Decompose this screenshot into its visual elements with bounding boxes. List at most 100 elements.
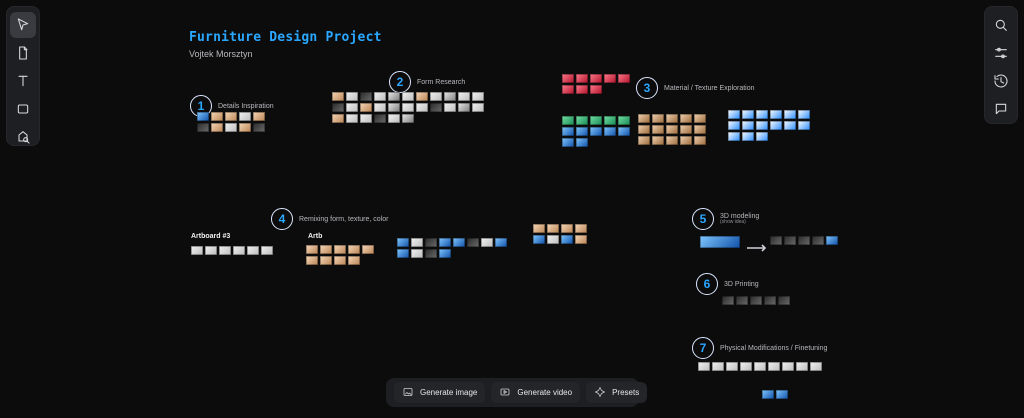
object-thumbnail[interactable] [798,110,810,119]
object-thumbnail[interactable] [770,121,782,130]
texture-thumbnail[interactable] [652,125,664,134]
image-thumbnail[interactable] [444,92,456,101]
section-5[interactable]: 5 3D modeling (show idea) [692,208,759,230]
image-thumbnail[interactable] [575,235,587,244]
texture-thumbnail[interactable] [604,127,616,136]
image-thumbnail[interactable] [425,249,437,258]
presets-button[interactable]: Presets [586,382,648,403]
section-6[interactable]: 6 3D Printing [696,273,759,295]
image-thumbnail[interactable] [472,103,484,112]
texture-thumbnail[interactable] [576,127,588,136]
image-thumbnail[interactable] [205,246,217,255]
image-thumbnail[interactable] [547,235,559,244]
image-thumbnail[interactable] [225,112,237,121]
image-thumbnail[interactable] [346,114,358,123]
texture-thumbnail[interactable] [638,125,650,134]
image-thumbnail[interactable] [388,114,400,123]
3d-model-preview[interactable] [700,236,740,248]
finetuning-detail[interactable] [762,390,802,399]
object-thumbnail[interactable] [756,121,768,130]
texture-thumbnail[interactable] [562,116,574,125]
image-thumbnail[interactable] [402,114,414,123]
image-thumbnail[interactable] [764,296,776,305]
image-thumbnail[interactable] [334,245,346,254]
artboard-collage[interactable] [306,245,376,265]
object-cluster[interactable] [728,110,818,141]
texture-thumbnail[interactable] [618,74,630,83]
canvas[interactable]: Furniture Design Project Vojtek Morsztyn… [0,0,1024,418]
image-thumbnail[interactable] [754,362,766,371]
image-thumbnail[interactable] [219,246,231,255]
texture-thumbnail[interactable] [562,127,574,136]
image-thumbnail[interactable] [374,114,386,123]
object-thumbnail[interactable] [742,121,754,130]
object-thumbnail[interactable] [742,110,754,119]
texture-thumbnail[interactable] [694,136,706,145]
section-4[interactable]: 4 Remixing form, texture, color [271,208,388,230]
image-thumbnail[interactable] [397,249,409,258]
image-thumbnail[interactable] [439,238,451,247]
image-thumbnail[interactable] [750,296,762,305]
image-thumbnail[interactable] [346,92,358,101]
object-thumbnail[interactable] [756,110,768,119]
image-thumbnail[interactable] [533,224,545,233]
texture-thumbnail[interactable] [652,136,664,145]
image-thumbnail[interactable] [698,362,710,371]
image-thumbnail[interactable] [402,92,414,101]
image-thumbnail[interactable] [348,245,360,254]
generate-video-button[interactable]: Generate video [491,382,581,403]
image-cluster[interactable] [332,92,490,123]
texture-thumbnail[interactable] [604,116,616,125]
image-thumbnail[interactable] [762,390,774,399]
image-thumbnail[interactable] [411,249,423,258]
texture-thumbnail[interactable] [562,138,574,147]
remix-cluster[interactable] [397,238,517,258]
image-thumbnail[interactable] [225,123,237,132]
texture-thumbnail[interactable] [694,125,706,134]
image-thumbnail[interactable] [561,235,573,244]
object-thumbnail[interactable] [798,121,810,130]
generate-image-button[interactable]: Generate image [394,382,486,403]
texture-thumbnail[interactable] [680,136,692,145]
image-thumbnail[interactable] [360,103,372,112]
print-strip[interactable] [722,296,802,305]
image-thumbnail[interactable] [778,296,790,305]
texture-thumbnail[interactable] [590,127,602,136]
image-thumbnail[interactable] [453,238,465,247]
image-thumbnail[interactable] [726,362,738,371]
image-thumbnail[interactable] [306,256,318,265]
object-thumbnail[interactable] [728,132,740,141]
section-3[interactable]: 3 Material / Texture Exploration [636,77,755,99]
texture-thumbnail[interactable] [590,116,602,125]
image-thumbnail[interactable] [740,362,752,371]
texture-cluster[interactable] [638,114,718,145]
remix-column[interactable] [533,224,593,244]
texture-thumbnail[interactable] [680,114,692,123]
image-thumbnail[interactable] [776,390,788,399]
image-thumbnail[interactable] [467,238,479,247]
artboard-label[interactable]: Artboard #3 [191,233,230,240]
texture-thumbnail[interactable] [638,114,650,123]
image-thumbnail[interactable] [247,246,259,255]
image-thumbnail[interactable] [416,92,428,101]
model-strip[interactable] [770,236,848,245]
image-cluster[interactable] [197,112,267,132]
texture-thumbnail[interactable] [666,114,678,123]
object-thumbnail[interactable] [756,132,768,141]
texture-thumbnail[interactable] [576,116,588,125]
image-thumbnail[interactable] [561,224,573,233]
image-thumbnail[interactable] [306,245,318,254]
object-thumbnail[interactable] [742,132,754,141]
image-thumbnail[interactable] [402,103,414,112]
image-thumbnail[interactable] [211,112,223,121]
image-thumbnail[interactable] [796,362,808,371]
image-thumbnail[interactable] [430,103,442,112]
texture-thumbnail[interactable] [576,138,588,147]
image-thumbnail[interactable] [211,123,223,132]
section-7[interactable]: 7 Physical Modifications / Finetuning [692,337,827,359]
texture-thumbnail[interactable] [638,136,650,145]
image-thumbnail[interactable] [197,112,209,121]
image-thumbnail[interactable] [798,236,810,245]
object-thumbnail[interactable] [728,121,740,130]
image-thumbnail[interactable] [416,103,428,112]
